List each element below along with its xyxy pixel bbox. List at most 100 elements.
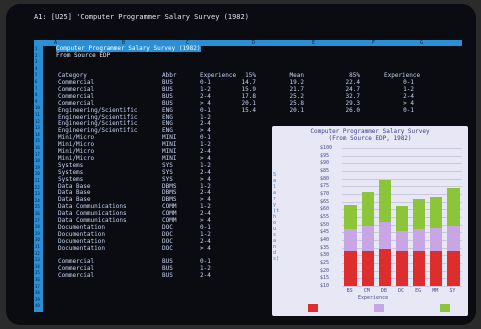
row-number[interactable]: 24 <box>35 198 40 203</box>
row-number[interactable]: 13 <box>35 125 40 130</box>
row-number[interactable]: 11 <box>35 112 40 117</box>
row-number[interactable]: 33 <box>35 257 40 262</box>
row-number[interactable]: 12 <box>35 119 40 124</box>
row-number[interactable]: 23 <box>35 191 40 196</box>
table-row-cell[interactable]: 1-2 <box>200 162 211 169</box>
row-number[interactable]: 8 <box>35 92 37 97</box>
table-row-cell[interactable]: 0-1 <box>200 107 211 114</box>
table-row-cell[interactable]: 1-2 <box>200 231 211 238</box>
row-number[interactable]: 26 <box>35 211 40 216</box>
row-number[interactable]: 16 <box>35 145 40 150</box>
table-row-cell[interactable]: DOC <box>162 231 173 238</box>
row-number[interactable]: 38 <box>35 290 40 295</box>
row-number[interactable]: 1 <box>35 46 37 51</box>
table-row-cell[interactable]: Commercial <box>58 100 94 107</box>
column-letter-g[interactable]: G <box>420 40 423 46</box>
table-row-cell[interactable]: > 4 <box>200 155 211 162</box>
table-row-cell[interactable]: Commercial <box>58 273 94 279</box>
table-row-cell[interactable]: > 4 <box>200 100 211 107</box>
table-row-cell[interactable]: 26.0 <box>330 107 360 114</box>
sheet-subtitle-cell[interactable]: From Source EDP <box>56 53 110 59</box>
table-row-cell[interactable]: Mini/Micro <box>58 155 94 162</box>
row-number[interactable]: 35 <box>35 270 40 275</box>
row-number[interactable]: 29 <box>35 231 40 236</box>
row-number[interactable]: 40 <box>35 303 40 308</box>
table-row-cell[interactable]: 2-4 <box>200 169 211 176</box>
table-row-cell[interactable]: DOC <box>162 245 173 252</box>
table-row-cell[interactable]: > 4 <box>200 245 211 252</box>
row-number[interactable]: 27 <box>35 218 40 223</box>
column-letter-f[interactable]: F <box>372 40 375 46</box>
table-row-cell[interactable]: 25.8 <box>274 100 304 107</box>
table-row-cell[interactable]: 20.1 <box>226 100 256 107</box>
table-row-cell[interactable]: > 4 <box>384 100 414 107</box>
row-number[interactable]: 21 <box>35 178 40 183</box>
table-row-cell[interactable]: Documentation <box>58 245 105 252</box>
row-number[interactable]: 2 <box>35 53 37 58</box>
row-number[interactable]: 37 <box>35 284 40 289</box>
table-row-cell[interactable]: 32.7 <box>330 93 360 100</box>
table-row-cell[interactable]: 2-4 <box>200 273 211 279</box>
table-row-cell[interactable]: Documentation <box>58 238 105 245</box>
table-row-cell[interactable]: 29.3 <box>330 100 360 107</box>
row-number[interactable]: 17 <box>35 152 40 157</box>
row-number[interactable]: 32 <box>35 251 40 256</box>
row-number[interactable]: 31 <box>35 244 40 249</box>
column-letter-d[interactable]: D <box>252 40 255 46</box>
table-row-cell[interactable]: 2-4 <box>200 93 211 100</box>
table-row-cell[interactable]: 17.8 <box>226 93 256 100</box>
table-row-cell[interactable]: ENG <box>162 107 173 114</box>
row-number[interactable]: 28 <box>35 224 40 229</box>
row-number[interactable]: 10 <box>35 105 40 110</box>
table-row-cell[interactable]: Engineering/Scientific <box>58 107 137 114</box>
table-row-cell[interactable]: 2-4 <box>384 93 414 100</box>
row-number[interactable]: 5 <box>35 72 37 77</box>
table-row-cell[interactable]: 24.7 <box>330 86 360 93</box>
table-row-cell[interactable]: Commercial <box>58 93 94 100</box>
row-number[interactable]: 6 <box>35 79 37 84</box>
row-number[interactable]: 25 <box>35 204 40 209</box>
table-row-cell[interactable]: 0-1 <box>200 224 211 231</box>
table-row-cell[interactable]: Systems <box>58 176 83 183</box>
table-row-cell[interactable]: Systems <box>58 169 83 176</box>
row-number[interactable]: 7 <box>35 86 37 91</box>
row-number[interactable]: 34 <box>35 264 40 269</box>
row-number[interactable]: 3 <box>35 59 37 64</box>
row-number[interactable]: 15 <box>35 138 40 143</box>
row-number[interactable]: 39 <box>35 297 40 302</box>
row-number[interactable]: 30 <box>35 237 40 242</box>
table-row-cell[interactable]: 1-2 <box>200 86 211 93</box>
column-letter-e[interactable]: E <box>312 40 315 46</box>
table-row-cell[interactable]: BUS <box>162 86 173 93</box>
row-number[interactable]: 18 <box>35 158 40 163</box>
table-row-cell[interactable]: 15.9 <box>226 86 256 93</box>
table-row-cell[interactable]: 15.4 <box>226 107 256 114</box>
table-row-cell[interactable]: 25.2 <box>274 93 304 100</box>
table-row-cell[interactable]: Commercial <box>58 86 94 93</box>
table-row-cell[interactable]: Documentation <box>58 231 105 238</box>
table-row-cell[interactable]: BUS <box>162 273 173 279</box>
table-row-cell[interactable]: 0-1 <box>384 107 414 114</box>
table-row-cell[interactable]: MINI <box>162 155 176 162</box>
table-row-cell[interactable]: 2-4 <box>200 238 211 245</box>
row-number[interactable]: 22 <box>35 185 40 190</box>
table-row-cell[interactable]: SYS <box>162 176 173 183</box>
row-number[interactable]: 9 <box>35 99 37 104</box>
table-row-cell[interactable]: Documentation <box>58 224 105 231</box>
row-number[interactable]: 4 <box>35 66 37 71</box>
row-number[interactable]: 20 <box>35 171 40 176</box>
table-row-cell[interactable]: BUS <box>162 100 173 107</box>
table-row-cell[interactable]: BUS <box>162 93 173 100</box>
table-row-cell[interactable]: SYS <box>162 162 173 169</box>
table-row-cell[interactable]: SYS <box>162 169 173 176</box>
row-number[interactable]: 19 <box>35 165 40 170</box>
table-row-cell[interactable]: 20.1 <box>274 107 304 114</box>
table-row-cell[interactable]: Systems <box>58 162 83 169</box>
row-number[interactable]: 36 <box>35 277 40 282</box>
table-row-cell[interactable]: DOC <box>162 224 173 231</box>
table-row-cell[interactable]: DOC <box>162 238 173 245</box>
row-number[interactable]: 14 <box>35 132 40 137</box>
table-row-cell[interactable]: > 4 <box>200 176 211 183</box>
table-row-cell[interactable]: 1-2 <box>384 86 414 93</box>
table-row-cell[interactable]: 21.7 <box>274 86 304 93</box>
